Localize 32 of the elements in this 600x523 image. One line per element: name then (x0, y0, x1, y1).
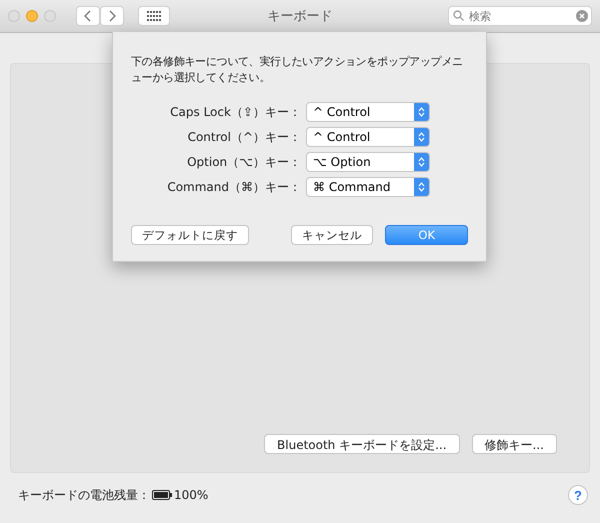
modifier-key-label: Command（⌘）キー： (166, 178, 301, 196)
action-popup[interactable]: ^ Control (306, 102, 430, 122)
search-icon (453, 10, 464, 21)
show-all-button[interactable] (138, 6, 170, 26)
dialog-message: 下の各修飾キーについて、実行したいアクションをポップアップメニューから選択してください。 (131, 54, 464, 86)
modifier-keys-button[interactable]: 修飾キー... (472, 434, 557, 454)
stepper-icon (418, 156, 425, 168)
search-field[interactable]: 検索 (448, 6, 592, 26)
stepper-icon (418, 106, 425, 118)
action-popup[interactable]: ⌥ Option (306, 152, 430, 172)
stepper-icon (418, 131, 425, 143)
forward-button[interactable] (100, 6, 124, 26)
restore-defaults-button[interactable]: デフォルトに戻す (131, 225, 249, 245)
stepper-icon (418, 181, 425, 193)
modifier-key-label: Option（⌥）キー： (186, 154, 301, 170)
modifier-key-label: Control（^）キー： (186, 128, 301, 146)
battery-label: キーボードの電池残量： (18, 486, 150, 504)
modifier-key-label: Caps Lock（⇪）キー： (169, 104, 301, 120)
clear-icon[interactable] (576, 10, 588, 22)
back-button[interactable] (76, 6, 100, 26)
action-popup[interactable]: ⌘ Command (306, 177, 430, 197)
chevron-left-icon (84, 10, 92, 22)
grid-icon (147, 11, 161, 21)
minimize-icon[interactable] (26, 10, 38, 22)
help-button[interactable]: ? (568, 485, 588, 505)
cancel-button[interactable]: キャンセル (290, 225, 374, 245)
action-popup[interactable]: ^ Control (306, 127, 430, 147)
battery-percentage: 100% (174, 488, 208, 502)
bluetooth-setup-button[interactable]: Bluetooth キーボードを設定... (264, 434, 460, 454)
chevron-right-icon (108, 10, 116, 22)
window-title: キーボード (268, 9, 332, 24)
battery-icon (152, 490, 172, 500)
